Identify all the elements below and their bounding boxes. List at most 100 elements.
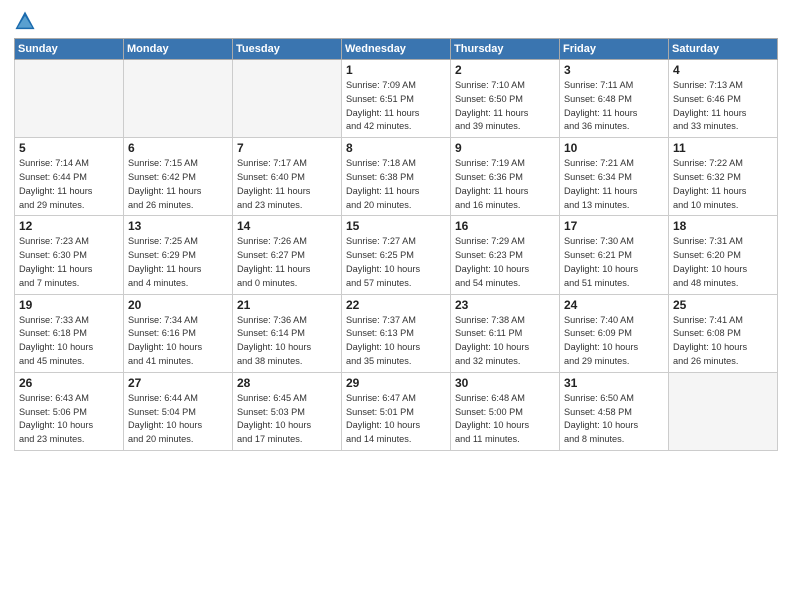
calendar-day-cell: 9 Sunrise: 7:19 AMSunset: 6:36 PMDaylight… bbox=[451, 138, 560, 216]
calendar-table: SundayMondayTuesdayWednesdayThursdayFrid… bbox=[14, 38, 778, 451]
calendar-day-cell: 2 Sunrise: 7:10 AMSunset: 6:50 PMDaylight… bbox=[451, 60, 560, 138]
day-number: 20 bbox=[128, 298, 229, 312]
day-number: 8 bbox=[346, 141, 447, 155]
day-info: Sunrise: 7:30 AMSunset: 6:21 PMDaylight:… bbox=[564, 235, 665, 290]
day-info: Sunrise: 7:36 AMSunset: 6:14 PMDaylight:… bbox=[237, 314, 338, 369]
day-info: Sunrise: 7:33 AMSunset: 6:18 PMDaylight:… bbox=[19, 314, 120, 369]
calendar-day-cell: 21 Sunrise: 7:36 AMSunset: 6:14 PMDayligh… bbox=[233, 294, 342, 372]
day-info: Sunrise: 7:40 AMSunset: 6:09 PMDaylight:… bbox=[564, 314, 665, 369]
weekday-header: Wednesday bbox=[342, 39, 451, 60]
day-number: 17 bbox=[564, 219, 665, 233]
header bbox=[14, 10, 778, 32]
day-info: Sunrise: 7:37 AMSunset: 6:13 PMDaylight:… bbox=[346, 314, 447, 369]
calendar-day-cell: 8 Sunrise: 7:18 AMSunset: 6:38 PMDaylight… bbox=[342, 138, 451, 216]
day-number: 6 bbox=[128, 141, 229, 155]
day-info: Sunrise: 7:38 AMSunset: 6:11 PMDaylight:… bbox=[455, 314, 556, 369]
day-info: Sunrise: 6:50 AMSunset: 4:58 PMDaylight:… bbox=[564, 392, 665, 447]
calendar-day-cell: 7 Sunrise: 7:17 AMSunset: 6:40 PMDaylight… bbox=[233, 138, 342, 216]
day-number: 3 bbox=[564, 63, 665, 77]
day-info: Sunrise: 6:43 AMSunset: 5:06 PMDaylight:… bbox=[19, 392, 120, 447]
day-number: 4 bbox=[673, 63, 774, 77]
day-info: Sunrise: 6:48 AMSunset: 5:00 PMDaylight:… bbox=[455, 392, 556, 447]
calendar-day-cell bbox=[15, 60, 124, 138]
calendar-day-cell: 31 Sunrise: 6:50 AMSunset: 4:58 PMDayligh… bbox=[560, 372, 669, 450]
calendar-week-row: 12 Sunrise: 7:23 AMSunset: 6:30 PMDayligh… bbox=[15, 216, 778, 294]
calendar-day-cell: 13 Sunrise: 7:25 AMSunset: 6:29 PMDayligh… bbox=[124, 216, 233, 294]
day-number: 27 bbox=[128, 376, 229, 390]
calendar-day-cell: 15 Sunrise: 7:27 AMSunset: 6:25 PMDayligh… bbox=[342, 216, 451, 294]
calendar-day-cell: 16Sunrise: 7:29 AMSunset: 6:23 PMDayligh… bbox=[451, 216, 560, 294]
day-number: 31 bbox=[564, 376, 665, 390]
calendar-day-cell: 18Sunrise: 7:31 AMSunset: 6:20 PMDayligh… bbox=[669, 216, 778, 294]
day-info: Sunrise: 7:25 AMSunset: 6:29 PMDaylight:… bbox=[128, 235, 229, 290]
calendar-day-cell: 1Sunrise: 7:09 AMSunset: 6:51 PMDaylight… bbox=[342, 60, 451, 138]
calendar-day-cell: 29Sunrise: 6:47 AMSunset: 5:01 PMDayligh… bbox=[342, 372, 451, 450]
day-number: 25 bbox=[673, 298, 774, 312]
day-number: 5 bbox=[19, 141, 120, 155]
weekday-header: Sunday bbox=[15, 39, 124, 60]
day-number: 22 bbox=[346, 298, 447, 312]
day-number: 2 bbox=[455, 63, 556, 77]
calendar-day-cell: 5 Sunrise: 7:14 AMSunset: 6:44 PMDaylight… bbox=[15, 138, 124, 216]
calendar-day-cell: 30 Sunrise: 6:48 AMSunset: 5:00 PMDayligh… bbox=[451, 372, 560, 450]
day-info: Sunrise: 7:26 AMSunset: 6:27 PMDaylight:… bbox=[237, 235, 338, 290]
day-info: Sunrise: 7:34 AMSunset: 6:16 PMDaylight:… bbox=[128, 314, 229, 369]
calendar-day-cell bbox=[669, 372, 778, 450]
calendar-day-cell: 20 Sunrise: 7:34 AMSunset: 6:16 PMDayligh… bbox=[124, 294, 233, 372]
calendar-day-cell: 12 Sunrise: 7:23 AMSunset: 6:30 PMDayligh… bbox=[15, 216, 124, 294]
day-number: 28 bbox=[237, 376, 338, 390]
calendar-day-cell: 23 Sunrise: 7:38 AMSunset: 6:11 PMDayligh… bbox=[451, 294, 560, 372]
day-number: 12 bbox=[19, 219, 120, 233]
day-number: 23 bbox=[455, 298, 556, 312]
day-number: 7 bbox=[237, 141, 338, 155]
day-number: 15 bbox=[346, 219, 447, 233]
weekday-header: Thursday bbox=[451, 39, 560, 60]
day-info: Sunrise: 6:45 AMSunset: 5:03 PMDaylight:… bbox=[237, 392, 338, 447]
weekday-header: Friday bbox=[560, 39, 669, 60]
calendar-day-cell: 14Sunrise: 7:26 AMSunset: 6:27 PMDayligh… bbox=[233, 216, 342, 294]
day-number: 13 bbox=[128, 219, 229, 233]
day-number: 11 bbox=[673, 141, 774, 155]
day-info: Sunrise: 7:19 AMSunset: 6:36 PMDaylight:… bbox=[455, 157, 556, 212]
weekday-header: Tuesday bbox=[233, 39, 342, 60]
calendar-week-row: 5 Sunrise: 7:14 AMSunset: 6:44 PMDaylight… bbox=[15, 138, 778, 216]
day-info: Sunrise: 7:41 AMSunset: 6:08 PMDaylight:… bbox=[673, 314, 774, 369]
calendar-day-cell: 6 Sunrise: 7:15 AMSunset: 6:42 PMDaylight… bbox=[124, 138, 233, 216]
day-number: 24 bbox=[564, 298, 665, 312]
day-number: 30 bbox=[455, 376, 556, 390]
calendar-day-cell: 24 Sunrise: 7:40 AMSunset: 6:09 PMDayligh… bbox=[560, 294, 669, 372]
page: SundayMondayTuesdayWednesdayThursdayFrid… bbox=[0, 0, 792, 612]
logo bbox=[14, 10, 40, 32]
day-number: 21 bbox=[237, 298, 338, 312]
calendar-day-cell: 25 Sunrise: 7:41 AMSunset: 6:08 PMDayligh… bbox=[669, 294, 778, 372]
day-info: Sunrise: 7:27 AMSunset: 6:25 PMDaylight:… bbox=[346, 235, 447, 290]
day-info: Sunrise: 7:15 AMSunset: 6:42 PMDaylight:… bbox=[128, 157, 229, 212]
day-info: Sunrise: 6:44 AMSunset: 5:04 PMDaylight:… bbox=[128, 392, 229, 447]
calendar-day-cell: 4 Sunrise: 7:13 AMSunset: 6:46 PMDaylight… bbox=[669, 60, 778, 138]
calendar-day-cell: 17 Sunrise: 7:30 AMSunset: 6:21 PMDayligh… bbox=[560, 216, 669, 294]
calendar-day-cell bbox=[233, 60, 342, 138]
calendar-day-cell: 28 Sunrise: 6:45 AMSunset: 5:03 PMDayligh… bbox=[233, 372, 342, 450]
day-info: Sunrise: 7:21 AMSunset: 6:34 PMDaylight:… bbox=[564, 157, 665, 212]
calendar-header-row: SundayMondayTuesdayWednesdayThursdayFrid… bbox=[15, 39, 778, 60]
weekday-header: Monday bbox=[124, 39, 233, 60]
day-number: 9 bbox=[455, 141, 556, 155]
calendar-week-row: 19 Sunrise: 7:33 AMSunset: 6:18 PMDayligh… bbox=[15, 294, 778, 372]
day-number: 26 bbox=[19, 376, 120, 390]
day-number: 19 bbox=[19, 298, 120, 312]
day-info: Sunrise: 7:14 AMSunset: 6:44 PMDaylight:… bbox=[19, 157, 120, 212]
day-number: 10 bbox=[564, 141, 665, 155]
day-info: Sunrise: 6:47 AMSunset: 5:01 PMDaylight:… bbox=[346, 392, 447, 447]
day-info: Sunrise: 7:13 AMSunset: 6:46 PMDaylight:… bbox=[673, 79, 774, 134]
day-info: Sunrise: 7:17 AMSunset: 6:40 PMDaylight:… bbox=[237, 157, 338, 212]
day-info: Sunrise: 7:23 AMSunset: 6:30 PMDaylight:… bbox=[19, 235, 120, 290]
day-info: Sunrise: 7:18 AMSunset: 6:38 PMDaylight:… bbox=[346, 157, 447, 212]
calendar-day-cell: 22 Sunrise: 7:37 AMSunset: 6:13 PMDayligh… bbox=[342, 294, 451, 372]
weekday-header: Saturday bbox=[669, 39, 778, 60]
day-info: Sunrise: 7:31 AMSunset: 6:20 PMDaylight:… bbox=[673, 235, 774, 290]
calendar-day-cell: 19 Sunrise: 7:33 AMSunset: 6:18 PMDayligh… bbox=[15, 294, 124, 372]
day-info: Sunrise: 7:11 AMSunset: 6:48 PMDaylight:… bbox=[564, 79, 665, 134]
calendar-week-row: 1Sunrise: 7:09 AMSunset: 6:51 PMDaylight… bbox=[15, 60, 778, 138]
day-info: Sunrise: 7:10 AMSunset: 6:50 PMDaylight:… bbox=[455, 79, 556, 134]
calendar-day-cell: 10 Sunrise: 7:21 AMSunset: 6:34 PMDayligh… bbox=[560, 138, 669, 216]
